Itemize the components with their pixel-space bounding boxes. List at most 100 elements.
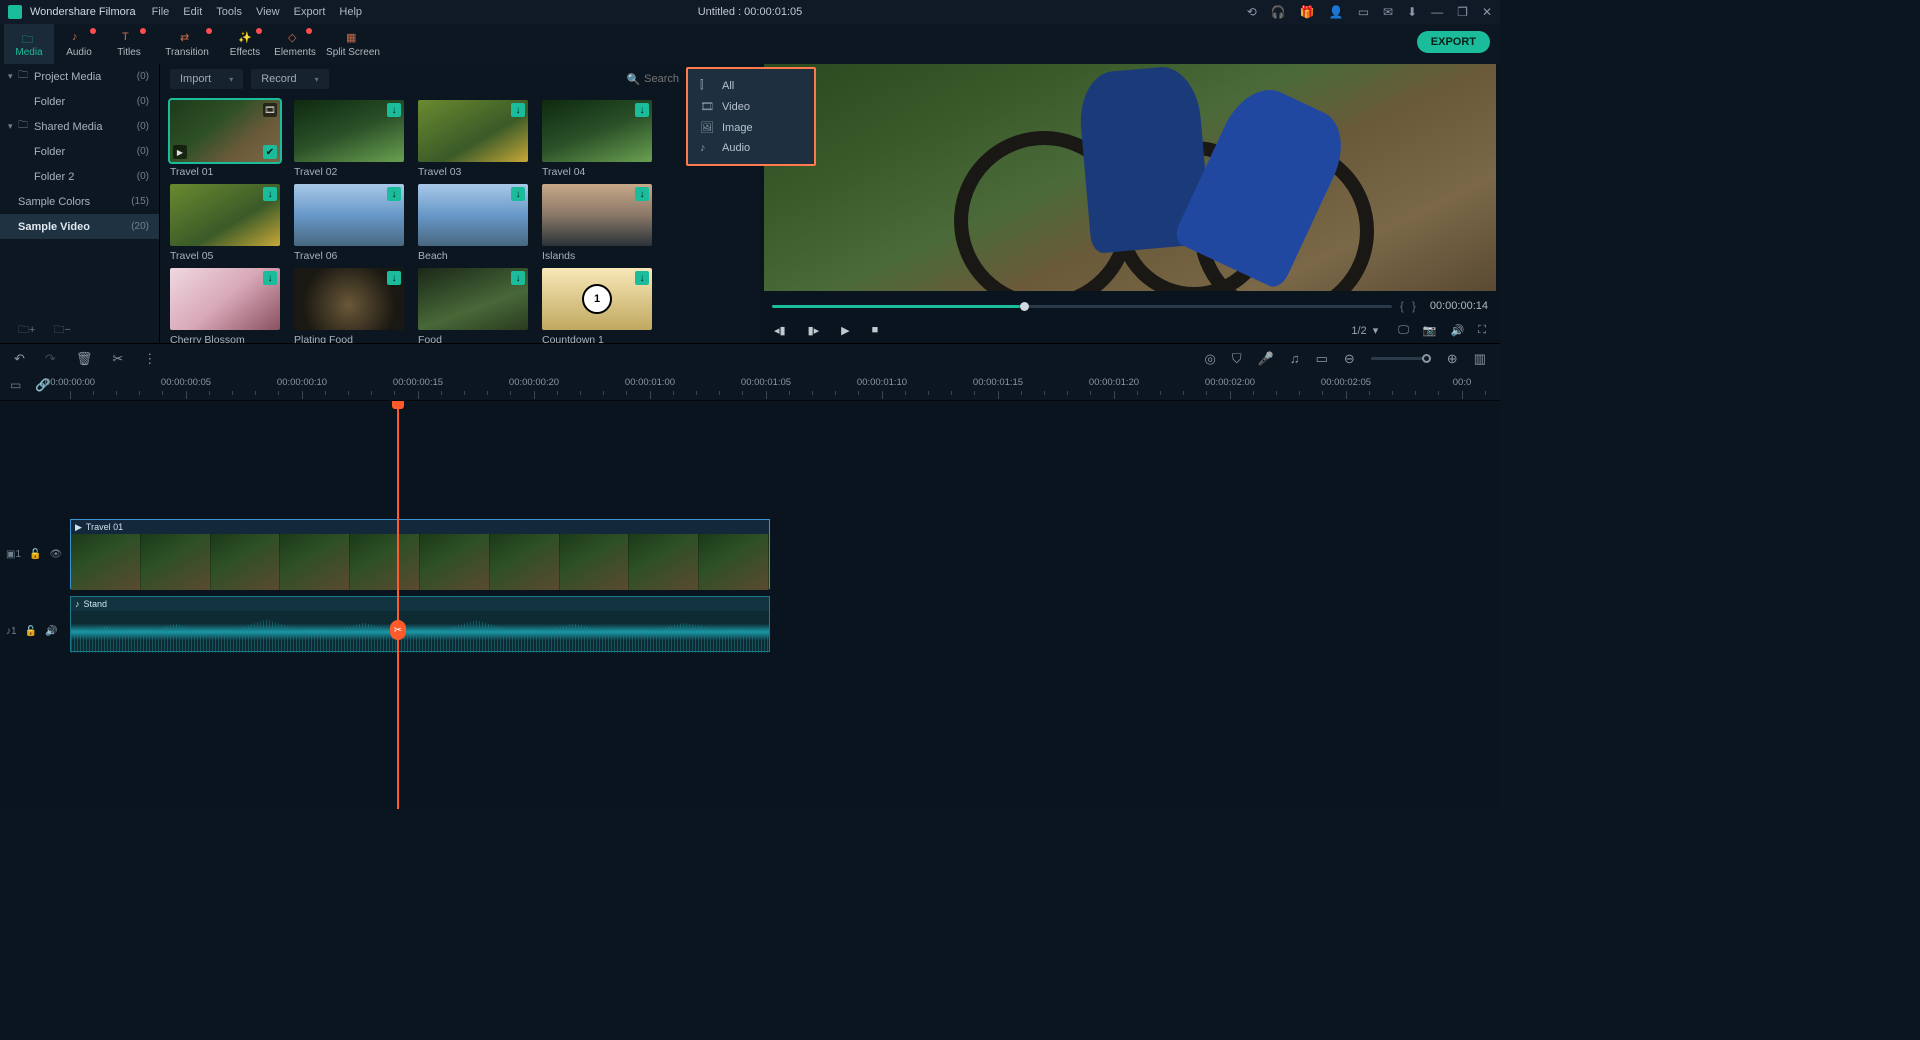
filter-audio[interactable]: ♪Audio [688, 138, 814, 158]
media-thumb[interactable]: ↓Travel 03 [418, 100, 528, 178]
media-thumb[interactable]: ↓Islands [542, 184, 652, 262]
mark-out-icon[interactable]: } [1412, 299, 1416, 313]
edit-tools-icon[interactable]: ⋮ [143, 351, 156, 367]
tips-icon[interactable]: ⟲ [1247, 5, 1257, 19]
menu-view[interactable]: View [256, 6, 280, 18]
media-thumb[interactable]: ↓Plating Food [294, 268, 404, 343]
thumb-image[interactable]: ↓ [294, 100, 404, 162]
export-button[interactable]: EXPORT [1417, 31, 1490, 53]
tab-media[interactable]: 🗀Media [4, 24, 54, 64]
audio-clip[interactable]: ♪Stand [70, 596, 770, 652]
video-clip[interactable]: ▶Travel 01 [70, 519, 770, 589]
thumb-image[interactable]: ↓ [294, 184, 404, 246]
account-icon[interactable]: 👤 [1329, 5, 1344, 19]
menu-tools[interactable]: Tools [216, 6, 242, 18]
media-thumb[interactable]: ↓Food [418, 268, 528, 343]
prev-frame-icon[interactable]: ◂▮ [774, 324, 786, 337]
next-frame-icon[interactable]: ▮▸ [808, 324, 820, 337]
thumb-image[interactable]: ↓ [542, 184, 652, 246]
thumb-image[interactable]: ↓ [170, 184, 280, 246]
media-thumb[interactable]: ↓Travel 06 [294, 184, 404, 262]
playhead[interactable] [397, 401, 399, 809]
playhead-scissors-icon[interactable]: ✂ [390, 620, 406, 640]
import-dropdown[interactable]: Import▾ [170, 69, 243, 89]
tab-split-screen[interactable]: ▦Split Screen [320, 24, 386, 64]
thumb-image[interactable]: ↓ [542, 268, 652, 330]
menu-export[interactable]: Export [294, 6, 326, 18]
sidebar-item-project-media[interactable]: ▾🗀Project Media(0) [0, 64, 159, 89]
filter-all[interactable]: ⫿All [688, 75, 814, 96]
media-thumb[interactable]: ↓Cherry Blossom [170, 268, 280, 343]
split-icon[interactable]: ✂ [112, 351, 123, 367]
download-badge-icon[interactable]: ↓ [635, 187, 649, 201]
volume-icon[interactable]: 🔊 [1451, 324, 1465, 337]
download-badge-icon[interactable]: ↓ [511, 187, 525, 201]
filter-image[interactable]: 🖼Image [688, 117, 814, 138]
media-thumb[interactable]: ↓Travel 05 [170, 184, 280, 262]
tab-effects[interactable]: ✨Effects [220, 24, 270, 64]
menu-edit[interactable]: Edit [183, 6, 202, 18]
record-dropdown[interactable]: Record▾ [251, 69, 328, 89]
zoom-fit-icon[interactable]: ▥ [1474, 351, 1486, 367]
thumb-image[interactable]: ↓ [418, 184, 528, 246]
thumb-image[interactable]: ↓ [170, 268, 280, 330]
tab-audio[interactable]: ♪Audio [54, 24, 104, 64]
download-badge-icon[interactable]: ↓ [263, 271, 277, 285]
download-badge-icon[interactable]: ↓ [635, 103, 649, 117]
thumb-image[interactable]: ↓ [294, 268, 404, 330]
media-thumb[interactable]: ↓Travel 02 [294, 100, 404, 178]
support-icon[interactable]: 🎧 [1271, 5, 1286, 19]
delete-folder-icon[interactable]: 🗀− [53, 321, 70, 340]
progress-thumb[interactable] [1020, 302, 1029, 311]
mute-icon[interactable]: 🔊 [45, 626, 57, 637]
gift-icon[interactable]: 🎁 [1300, 5, 1315, 19]
sidebar-item-shared-media[interactable]: ▾🗀Shared Media(0) [0, 114, 159, 139]
sidebar-item-folder-2[interactable]: Folder 2(0) [0, 164, 159, 189]
minimize-icon[interactable]: — [1431, 5, 1443, 19]
snapshot-icon[interactable]: 📷 [1423, 324, 1437, 337]
shield-icon[interactable]: ⛉ [1232, 351, 1242, 367]
play-icon[interactable]: ▶ [841, 324, 849, 337]
thumb-image[interactable]: ↓ [418, 268, 528, 330]
undo-icon[interactable]: ↶ [14, 351, 25, 367]
maximize-icon[interactable]: ❐ [1457, 5, 1468, 19]
sidebar-item-folder[interactable]: Folder(0) [0, 139, 159, 164]
lock-icon[interactable]: 🔓 [29, 549, 41, 560]
zoom-out-icon[interactable]: ⊖ [1344, 351, 1355, 367]
redo-icon[interactable]: ↷ [45, 351, 56, 367]
zoom-thumb[interactable] [1422, 354, 1431, 363]
new-folder-icon[interactable]: 🗀+ [18, 321, 35, 340]
zoom-in-icon[interactable]: ⊕ [1447, 351, 1458, 367]
sidebar-item-sample-colors[interactable]: Sample Colors(15) [0, 189, 159, 214]
marker-icon[interactable]: ◎ [1205, 351, 1216, 367]
delete-icon[interactable]: 🗑 [76, 351, 93, 367]
download-badge-icon[interactable]: ↓ [263, 187, 277, 201]
sidebar-item-sample-video[interactable]: Sample Video(20) [0, 214, 159, 239]
thumb-image[interactable]: ↓ [418, 100, 528, 162]
lock-icon[interactable]: 🔓 [25, 626, 37, 637]
message-icon[interactable]: ✉ [1383, 5, 1393, 19]
render-icon[interactable]: ▭ [1316, 351, 1328, 367]
menu-file[interactable]: File [152, 6, 170, 18]
display-icon[interactable]: 🖵 [1398, 324, 1409, 337]
close-icon[interactable]: ✕ [1482, 5, 1492, 19]
thumb-image[interactable]: 🎞▶✔ [170, 100, 280, 162]
timeline-ruler[interactable]: ▭ 🔗 00:00:00:0000:00:00:0500:00:00:1000:… [0, 373, 1500, 401]
download-badge-icon[interactable]: ↓ [387, 103, 401, 117]
media-thumb[interactable]: 🎞▶✔Travel 01 [170, 100, 280, 178]
menu-help[interactable]: Help [339, 6, 362, 18]
progress-track[interactable] [772, 305, 1392, 308]
preview-viewport[interactable] [764, 64, 1496, 291]
fullscreen-icon[interactable]: ⛶ [1478, 324, 1486, 337]
stop-icon[interactable]: ■ [872, 324, 879, 336]
audio-mixer-icon[interactable]: ♫ [1290, 351, 1300, 366]
timeline-options-icon[interactable]: ▭ [10, 378, 21, 392]
preview-quality-dropdown[interactable]: 1/2 ▾ [1345, 322, 1384, 339]
download-badge-icon[interactable]: ↓ [511, 103, 525, 117]
download-badge-icon[interactable]: ↓ [387, 271, 401, 285]
tab-transition[interactable]: ⇄Transition [154, 24, 220, 64]
sidebar-item-folder[interactable]: Folder(0) [0, 89, 159, 114]
visibility-icon[interactable]: 👁 [49, 549, 62, 560]
zoom-slider[interactable] [1371, 357, 1431, 360]
search-box[interactable]: 🔍 [626, 73, 694, 86]
